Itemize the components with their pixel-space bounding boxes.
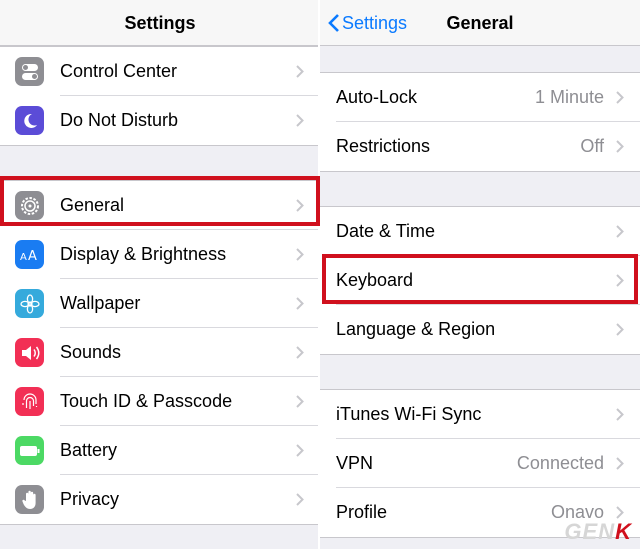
flower-icon xyxy=(15,289,44,318)
row-value: Off xyxy=(580,136,604,156)
chevron-right-icon xyxy=(296,346,304,359)
settings-row-display-brightness[interactable]: AA Display & Brightness xyxy=(0,230,320,279)
chevron-right-icon xyxy=(296,248,304,261)
chevron-right-icon xyxy=(616,140,624,153)
row-label: General xyxy=(60,195,125,215)
speaker-icon xyxy=(15,338,44,367)
gear-icon xyxy=(15,191,44,220)
text-size-icon: AA xyxy=(15,240,44,269)
settings-group-2: General AA Display & Brightness Wallpape… xyxy=(0,180,320,525)
general-navbar: Settings General xyxy=(320,0,640,46)
settings-row-wallpaper[interactable]: Wallpaper xyxy=(0,279,320,328)
general-row-language-region[interactable]: Language & Region xyxy=(320,305,640,354)
general-row-date-time[interactable]: Date & Time xyxy=(320,207,640,256)
chevron-right-icon xyxy=(616,274,624,287)
row-label: Language & Region xyxy=(336,319,496,339)
row-label: iTunes Wi-Fi Sync xyxy=(336,404,482,424)
chevron-right-icon xyxy=(296,65,304,78)
row-label: Control Center xyxy=(60,61,178,81)
row-label: Profile xyxy=(336,502,388,522)
battery-icon xyxy=(15,436,44,465)
chevron-right-icon xyxy=(616,408,624,421)
chevron-right-icon xyxy=(296,114,304,127)
settings-row-sounds[interactable]: Sounds xyxy=(0,328,320,377)
general-group-2: Date & Time Keyboard Language & Region xyxy=(320,206,640,355)
row-label: VPN xyxy=(336,453,374,473)
row-label: Battery xyxy=(60,440,118,460)
settings-row-do-not-disturb[interactable]: Do Not Disturb xyxy=(0,96,320,145)
general-pane: Settings General Auto-Lock 1 Minute Rest… xyxy=(320,0,640,549)
row-label: Touch ID & Passcode xyxy=(60,391,233,411)
chevron-right-icon xyxy=(616,323,624,336)
chevron-right-icon xyxy=(296,493,304,506)
fingerprint-icon xyxy=(15,387,44,416)
row-value: Connected xyxy=(516,453,604,473)
row-value: 1 Minute xyxy=(534,87,604,107)
svg-text:A: A xyxy=(20,252,27,263)
settings-group-1: Control Center Do Not Disturb xyxy=(0,46,320,146)
row-label: Privacy xyxy=(60,489,120,509)
general-group-3: iTunes Wi-Fi Sync VPN Connected Profile … xyxy=(320,389,640,538)
row-label: Display & Brightness xyxy=(60,244,227,264)
general-row-keyboard[interactable]: Keyboard xyxy=(320,256,640,305)
settings-row-control-center[interactable]: Control Center xyxy=(0,47,320,96)
settings-navbar: Settings xyxy=(0,0,320,46)
row-label: Restrictions xyxy=(336,136,431,156)
row-label: Auto-Lock xyxy=(336,87,418,107)
row-label: Date & Time xyxy=(336,221,436,241)
moon-icon xyxy=(15,106,44,135)
chevron-right-icon xyxy=(616,506,624,519)
page-title: Settings xyxy=(124,13,196,33)
settings-row-general[interactable]: General xyxy=(0,181,320,230)
chevron-right-icon xyxy=(296,199,304,212)
general-row-restrictions[interactable]: Restrictions Off xyxy=(320,122,640,171)
general-row-vpn[interactable]: VPN Connected xyxy=(320,439,640,488)
settings-row-touch-id-passcode[interactable]: Touch ID & Passcode xyxy=(0,377,320,426)
chevron-right-icon xyxy=(296,395,304,408)
svg-text:A: A xyxy=(28,249,37,263)
chevron-right-icon xyxy=(296,444,304,457)
settings-row-privacy[interactable]: Privacy xyxy=(0,475,320,524)
control-center-icon xyxy=(15,57,44,86)
settings-pane: Settings Control Center Do Not Disturb G… xyxy=(0,0,320,549)
general-group-1: Auto-Lock 1 Minute Restrictions Off xyxy=(320,72,640,172)
chevron-right-icon xyxy=(616,225,624,238)
general-row-auto-lock[interactable]: Auto-Lock 1 Minute xyxy=(320,73,640,122)
row-label: Wallpaper xyxy=(60,293,141,313)
page-title: General xyxy=(446,13,514,33)
hand-icon xyxy=(15,485,44,514)
row-label: Sounds xyxy=(60,342,122,362)
watermark-logo: GENK xyxy=(564,519,632,544)
chevron-right-icon xyxy=(616,91,624,104)
chevron-right-icon xyxy=(616,457,624,470)
chevron-right-icon xyxy=(296,297,304,310)
general-row-itunes-wifi-sync[interactable]: iTunes Wi-Fi Sync xyxy=(320,390,640,439)
row-label: Do Not Disturb xyxy=(60,110,179,130)
settings-row-battery[interactable]: Battery xyxy=(0,426,320,475)
row-label: Keyboard xyxy=(336,270,414,290)
